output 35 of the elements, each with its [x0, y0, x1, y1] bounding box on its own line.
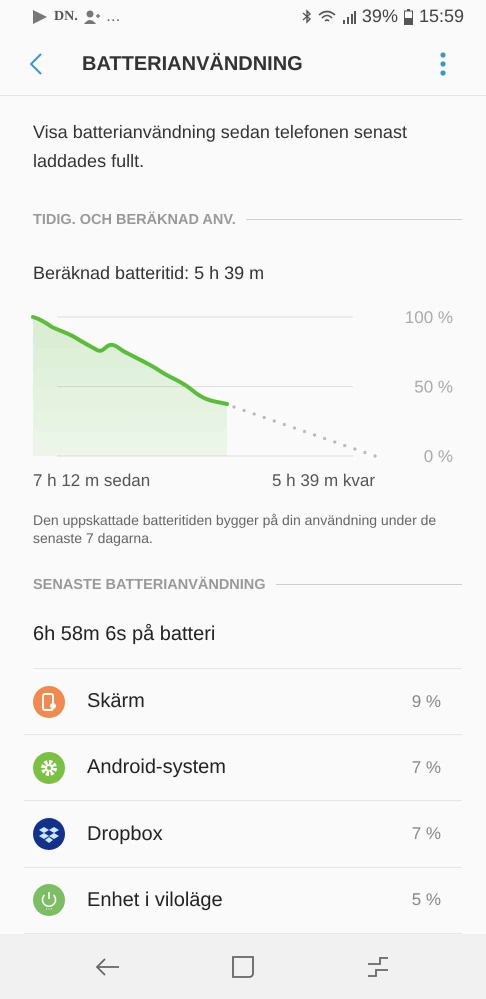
usage-percent: 9 %	[412, 692, 441, 712]
chevron-left-icon	[30, 53, 42, 76]
section-header: TIDIG. OCH BERÄKNAD ANV.	[33, 212, 236, 228]
overflow-dots-icon	[440, 52, 446, 76]
axis-label: 5 h 39 m kvar	[272, 470, 375, 490]
battery-icon	[404, 8, 413, 25]
app-usage-row[interactable]: Android-system 7 %	[24, 735, 462, 802]
person-add-icon	[84, 10, 100, 24]
battery-total: 6h 58m 6s på batteri	[33, 622, 462, 669]
more-notifications: …	[106, 8, 121, 26]
usage-percent: 5 %	[412, 890, 441, 910]
battery-percent: 39%	[362, 6, 398, 28]
bluetooth-icon	[302, 9, 312, 24]
app-name: Skärm	[87, 690, 146, 714]
app-usage-row[interactable]: Dropbox 7 %	[24, 801, 462, 868]
signal-icon	[342, 10, 356, 24]
wifi-icon	[318, 10, 336, 24]
section-header: SENASTE BATTERIANVÄNDNING	[33, 576, 266, 593]
clock: 15:59	[418, 6, 464, 28]
footnote-text: Den uppskattade batteritiden bygger på din användning under de senaste 7 dagarna.	[33, 510, 438, 547]
usage-percent: 7 %	[412, 758, 441, 778]
axis-label: 7 h 12 m sedan	[33, 470, 150, 490]
axis-label: 100 %	[404, 308, 453, 327]
play-store-icon	[32, 10, 48, 24]
app-name: Dropbox	[87, 822, 164, 846]
usage-percent: 7 %	[412, 824, 441, 844]
description-text: Visa batterianvändning sedan telefonen senast laddades fullt.	[33, 120, 408, 173]
axis-label: 50 %	[414, 377, 453, 396]
app-usage-row[interactable]: Skärm 9 %	[24, 668, 462, 736]
axis-label: 0 %	[424, 446, 453, 466]
page-title: BATTERIANVÄNDNING	[82, 52, 304, 76]
estimated-time: Beräknad batteritid: 5 h 39 m	[33, 262, 266, 284]
app-name: Enhet i viloläge	[87, 888, 224, 912]
app-label: DN.	[54, 8, 78, 25]
app-name: Android-system	[87, 756, 227, 780]
